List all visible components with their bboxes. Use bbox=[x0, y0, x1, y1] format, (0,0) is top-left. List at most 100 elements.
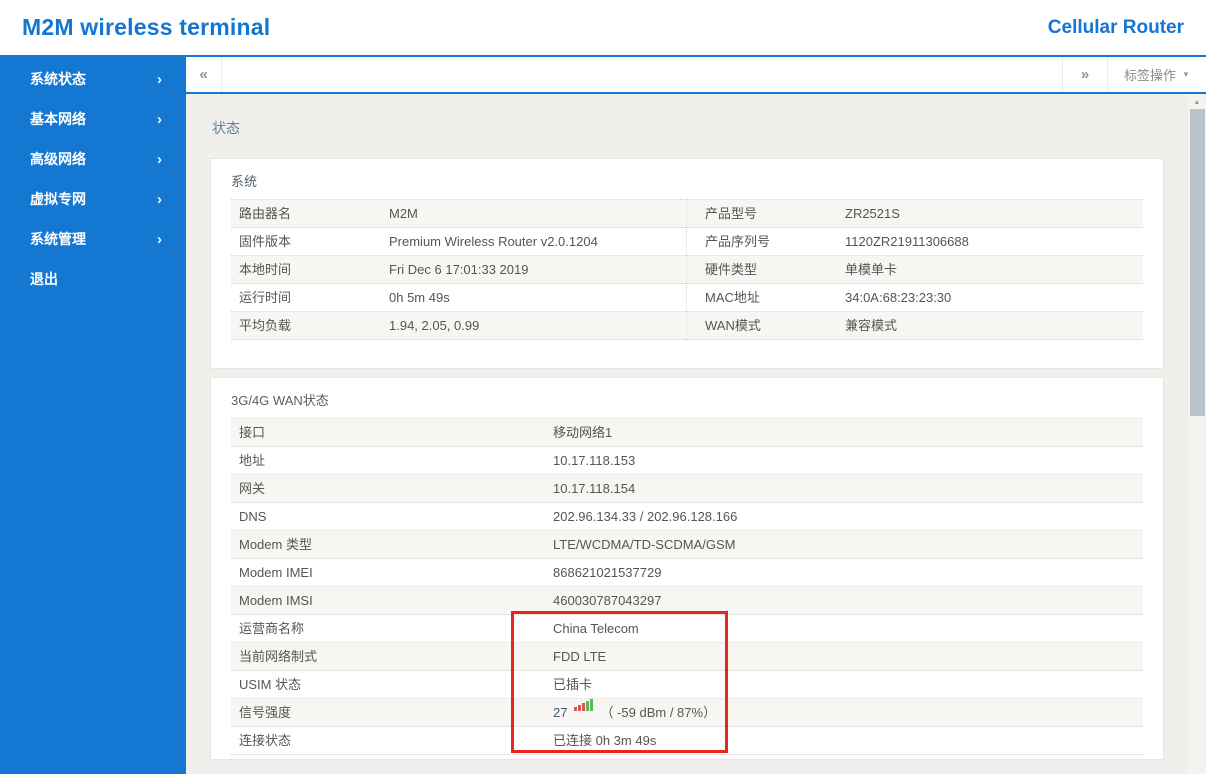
chevron-right-icon: › bbox=[157, 150, 162, 168]
signal-value: 27 （ -59 dBm / 87%） bbox=[553, 699, 1143, 726]
table-row: 路由器名 M2M bbox=[231, 200, 686, 228]
sidebar-item-label: 系统状态 bbox=[30, 71, 86, 87]
tab-strip-empty bbox=[222, 57, 1062, 92]
sidebar-item-system-admin[interactable]: 系统管理 › bbox=[0, 219, 186, 259]
row-value: Fri Dec 6 17:01:33 2019 bbox=[389, 262, 529, 277]
vertical-scrollbar[interactable]: ▲ bbox=[1188, 94, 1206, 774]
signal-csq-value: 27 bbox=[553, 705, 568, 720]
top-header: M2M wireless terminal Cellular Router bbox=[0, 0, 1206, 57]
system-section-title: 系统 bbox=[231, 174, 258, 189]
row-value: 868621021537729 bbox=[553, 565, 662, 580]
row-value: 1.94, 2.05, 0.99 bbox=[389, 318, 480, 333]
table-row-signal-strength: 信号强度 27 （ -59 dBm / 87%） bbox=[231, 699, 1143, 727]
table-row: 接口 移动网络1 bbox=[231, 419, 1143, 447]
table-row-operator: 运营商名称 China Telecom bbox=[231, 615, 1143, 643]
row-label: 硬件类型 bbox=[705, 262, 758, 277]
row-label: USIM 状态 bbox=[239, 677, 302, 692]
tabs-scroll-right-button[interactable]: » bbox=[1062, 57, 1108, 92]
sidebar-item-advanced-network[interactable]: 高级网络 › bbox=[0, 139, 186, 179]
sidebar-item-label: 虚拟专网 bbox=[30, 191, 86, 207]
table-row: 运行时间 0h 5m 49s bbox=[231, 284, 686, 312]
table-row-usim-status: USIM 状态 已插卡 bbox=[231, 671, 1143, 699]
row-label: 产品序列号 bbox=[705, 234, 771, 249]
row-label: 当前网络制式 bbox=[239, 649, 318, 664]
table-row: MAC地址 34:0A:68:23:23:30 bbox=[687, 284, 1143, 312]
double-chevron-left-icon: « bbox=[199, 66, 208, 83]
row-label: DNS bbox=[239, 509, 267, 524]
row-label: Modem 类型 bbox=[239, 537, 312, 552]
row-value: 移动网络1 bbox=[553, 425, 613, 440]
table-row-network-type: 当前网络制式 FDD LTE bbox=[231, 643, 1143, 671]
table-row-connection-status: 连接状态 已连接 0h 3m 49s bbox=[231, 727, 1143, 755]
row-label: 运行时间 bbox=[239, 290, 292, 305]
row-value: FDD LTE bbox=[553, 649, 607, 664]
table-row: 产品序列号 1120ZR21911306688 bbox=[687, 228, 1143, 256]
scrollbar-up-arrow-icon[interactable]: ▲ bbox=[1188, 94, 1206, 110]
row-label: 地址 bbox=[239, 453, 266, 468]
row-value: 10.17.118.153 bbox=[553, 453, 636, 468]
system-table-right: 产品型号 ZR2521S 产品序列号 1120ZR21911306688 硬件类… bbox=[687, 199, 1143, 340]
chevron-right-icon: › bbox=[157, 110, 162, 128]
sidebar-item-label: 基本网络 bbox=[30, 111, 86, 127]
router-admin-app: M2M wireless terminal Cellular Router 系统… bbox=[0, 0, 1206, 774]
row-value: 202.96.134.33 / 202.96.128.166 bbox=[553, 509, 738, 524]
row-value: 1120ZR21911306688 bbox=[845, 234, 969, 249]
row-value: 兼容模式 bbox=[845, 318, 898, 333]
row-value: China Telecom bbox=[553, 621, 639, 636]
row-label: 路由器名 bbox=[239, 206, 292, 221]
tab-operations-dropdown[interactable]: 标签操作 ▼ bbox=[1108, 57, 1206, 92]
row-label: Modem IMEI bbox=[239, 565, 313, 580]
table-row: Modem IMEI 868621021537729 bbox=[231, 559, 1143, 587]
app-title: M2M wireless terminal bbox=[22, 14, 271, 40]
table-row: 硬件类型 单模单卡 bbox=[687, 256, 1143, 284]
chevron-right-icon: › bbox=[157, 230, 162, 248]
row-label: 网关 bbox=[239, 481, 266, 496]
table-row: 网关 10.17.118.154 bbox=[231, 475, 1143, 503]
double-chevron-right-icon: » bbox=[1080, 66, 1090, 83]
row-label: 固件版本 bbox=[239, 234, 292, 249]
row-value: 已连接 0h 3m 49s bbox=[553, 733, 657, 748]
page-title: 状态 bbox=[212, 120, 240, 136]
sidebar-item-vpn[interactable]: 虚拟专网 › bbox=[0, 179, 186, 219]
wan-section-title: 3G/4G WAN状态 bbox=[231, 393, 329, 408]
tab-bar: « » 标签操作 ▼ bbox=[186, 57, 1206, 94]
signal-bars-icon bbox=[574, 699, 594, 719]
table-row: 地址 10.17.118.153 bbox=[231, 447, 1143, 475]
row-label: 本地时间 bbox=[239, 262, 292, 277]
caret-down-icon: ▼ bbox=[1182, 70, 1190, 79]
system-table-left: 路由器名 M2M 固件版本 Premium Wireless Router v2… bbox=[231, 199, 687, 340]
row-value: 已插卡 bbox=[553, 677, 593, 692]
row-label: 接口 bbox=[239, 425, 266, 440]
row-value: 0h 5m 49s bbox=[389, 290, 450, 305]
page-content: 状态 系统 路由器名 M2M 固件版本 Premium Wireless Rou… bbox=[186, 94, 1188, 774]
sidebar-item-basic-network[interactable]: 基本网络 › bbox=[0, 99, 186, 139]
table-row: DNS 202.96.134.33 / 202.96.128.166 bbox=[231, 503, 1143, 531]
row-value: M2M bbox=[389, 206, 418, 221]
table-row: 固件版本 Premium Wireless Router v2.0.1204 bbox=[231, 228, 686, 256]
sidebar-item-logout[interactable]: 退出 bbox=[0, 259, 186, 299]
table-row: 产品型号 ZR2521S bbox=[687, 200, 1143, 228]
row-label: 产品型号 bbox=[705, 206, 758, 221]
chevron-right-icon: › bbox=[157, 70, 162, 88]
table-row: 本地时间 Fri Dec 6 17:01:33 2019 bbox=[231, 256, 686, 284]
row-label: 连接状态 bbox=[239, 733, 292, 748]
signal-dbm-percent: （ -59 dBm / 87%） bbox=[600, 705, 717, 720]
product-name: Cellular Router bbox=[1047, 16, 1184, 38]
row-value: 单模单卡 bbox=[845, 262, 898, 277]
scrollbar-thumb[interactable] bbox=[1190, 109, 1205, 416]
system-status-card: 系统 路由器名 M2M 固件版本 Premium Wireless Router… bbox=[210, 158, 1164, 369]
row-value: 10.17.118.154 bbox=[553, 481, 636, 496]
tabs-scroll-left-button[interactable]: « bbox=[186, 57, 222, 92]
table-row: Modem 类型 LTE/WCDMA/TD-SCDMA/GSM bbox=[231, 531, 1143, 559]
chevron-right-icon: › bbox=[157, 190, 162, 208]
table-row: Modem IMSI 460030787043297 bbox=[231, 587, 1143, 615]
sidebar-item-system-status[interactable]: 系统状态 › bbox=[0, 59, 186, 99]
row-value: ZR2521S bbox=[845, 206, 900, 221]
row-label: 运营商名称 bbox=[239, 621, 305, 636]
row-value: Premium Wireless Router v2.0.1204 bbox=[389, 234, 598, 249]
row-value: 460030787043297 bbox=[553, 593, 662, 608]
sidebar-item-label: 高级网络 bbox=[30, 151, 86, 167]
wan-table: 接口 移动网络1 地址 10.17.118.153 网关 10.17.118.1… bbox=[231, 418, 1143, 755]
table-row: 平均负载 1.94, 2.05, 0.99 bbox=[231, 312, 686, 340]
sidebar-item-label: 退出 bbox=[30, 271, 58, 287]
